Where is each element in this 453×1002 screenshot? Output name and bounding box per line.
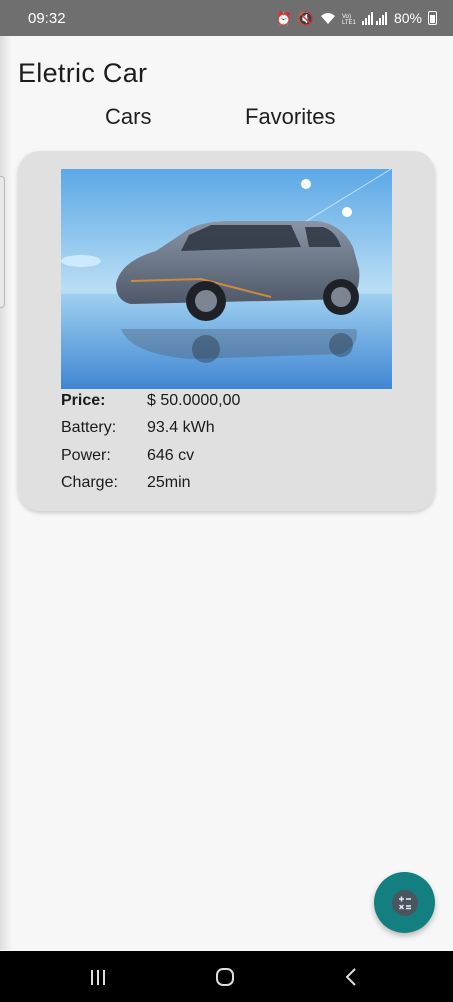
system-nav-bar	[0, 951, 453, 1002]
price-value: $ 50.0000,00	[147, 392, 241, 409]
drawer-handle[interactable]	[0, 176, 5, 308]
tab-bar: Cars Favorites	[0, 104, 453, 136]
signal-icon	[361, 11, 387, 25]
status-time: 09:32	[28, 9, 66, 27]
power-label: Power:	[61, 447, 111, 464]
svg-text:LTE1: LTE1	[342, 20, 356, 25]
car-card[interactable]: Price: $ 50.0000,00 Battery: 93.4 kWh Po…	[18, 151, 435, 511]
tab-cars[interactable]: Cars	[105, 104, 151, 130]
charge-label: Charge:	[61, 474, 118, 491]
home-icon	[216, 967, 234, 986]
home-button[interactable]	[185, 951, 265, 1002]
calculator-fab[interactable]	[374, 872, 435, 933]
wifi-icon	[320, 12, 335, 24]
status-icons: ⏰ 🔇 Vo) LTE1 80%	[276, 10, 437, 26]
price-label: Price:	[61, 392, 106, 409]
car-photo	[61, 169, 392, 389]
calculator-icon	[391, 889, 418, 916]
back-button[interactable]	[311, 951, 391, 1002]
battery-icon	[428, 11, 437, 25]
battery-percent: 80%	[393, 10, 422, 26]
alarm-icon: ⏰	[275, 10, 292, 26]
status-bar: 09:32 ⏰ 🔇 Vo) LTE1 80%	[0, 0, 453, 36]
power-value: 646 cv	[147, 447, 195, 464]
battery-value: 93.4 kWh	[147, 419, 215, 436]
charge-value: 25min	[147, 474, 191, 491]
battery-label: Battery:	[61, 419, 117, 436]
recent-apps-icon	[91, 969, 105, 985]
mute-icon: 🔇	[297, 10, 314, 26]
back-icon	[345, 967, 356, 986]
app-title: Eletric Car	[18, 58, 148, 88]
drawer-edge-shadow	[0, 36, 12, 950]
screen: 09:32 ⏰ 🔇 Vo) LTE1 80% Eletric Car Cars	[0, 0, 453, 1002]
tab-favorites[interactable]: Favorites	[245, 104, 335, 130]
recent-apps-button[interactable]	[58, 951, 138, 1002]
volte-icon: Vo) LTE1	[342, 14, 356, 25]
